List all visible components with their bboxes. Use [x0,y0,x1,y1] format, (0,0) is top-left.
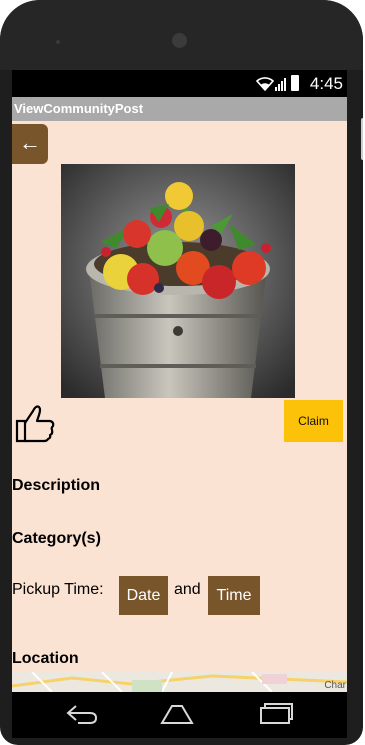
date-button[interactable]: Date [119,576,168,615]
nav-recent-icon[interactable] [258,702,294,726]
battery-icon [291,75,299,91]
front-camera [172,33,187,48]
pickup-time-label: Pickup Time: [12,581,104,598]
thumbs-up-icon[interactable] [14,403,56,443]
back-button[interactable]: ← [12,124,48,164]
claim-button[interactable]: Claim [284,400,343,442]
map-place-label: Char [324,680,346,691]
signal-icon [275,78,286,91]
location-heading: Location [12,650,79,667]
status-time: 4:45 [309,74,343,93]
post-image [61,164,295,398]
location-map[interactable]: Char [12,672,347,692]
categories-heading: Category(s) [12,530,101,547]
description-heading: Description [12,477,101,494]
side-button [361,118,363,160]
time-button[interactable]: Time [208,576,260,615]
wifi-icon [256,77,274,91]
phone-frame: 4:45 ViewCommunityPost ← Claim Descripti… [0,0,363,745]
title-bar: ViewCommunityPost [12,97,347,121]
app-title: ViewCommunityPost [14,101,144,116]
phone-top-bezel [0,0,363,70]
status-bar: 4:45 [12,70,347,97]
navigation-bar [12,692,347,738]
nav-back-icon[interactable] [64,702,100,726]
map-tiles [12,672,347,692]
nav-home-icon[interactable] [158,702,196,726]
sensor-dot [56,40,60,44]
app-screen: 4:45 ViewCommunityPost ← Claim Descripti… [12,70,347,692]
and-label: and [174,581,201,598]
